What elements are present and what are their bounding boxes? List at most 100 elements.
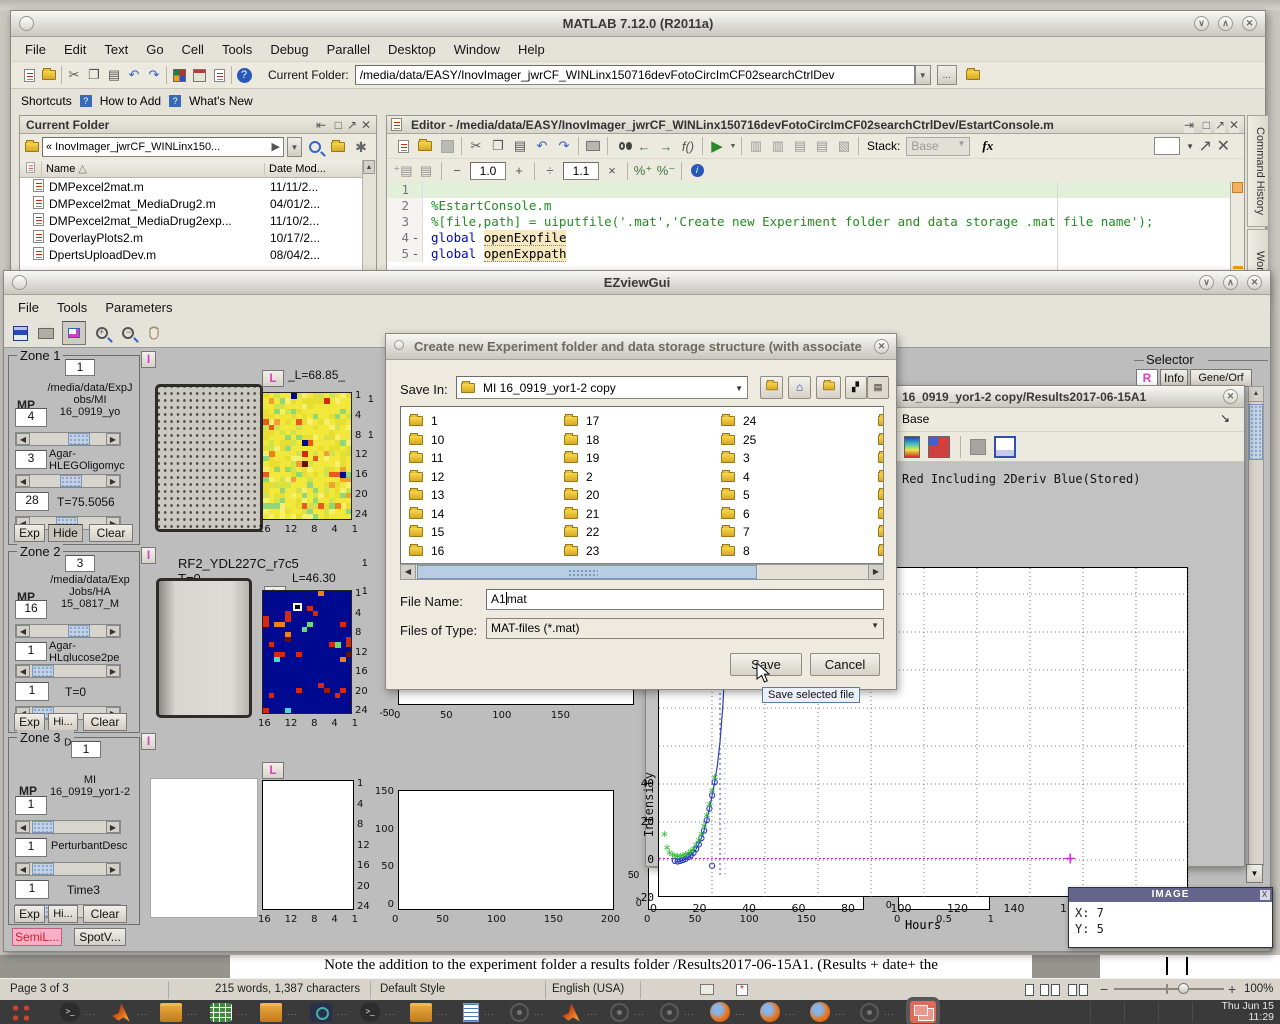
- matlab-titlebar[interactable]: MATLAB 7.12.0 (R2011a) ∨ ∧ ✕: [11, 11, 1265, 37]
- zoom-in-icon[interactable]: +: [1228, 981, 1236, 997]
- file-name-input[interactable]: A1mat: [486, 589, 884, 610]
- media-scrollbar[interactable]: ◀▶: [15, 862, 121, 876]
- folder-item[interactable]: [878, 486, 884, 505]
- media-index-field[interactable]: 3: [15, 450, 47, 469]
- taskbar-item-firefox[interactable]: ...: [754, 1000, 804, 1024]
- folder-item[interactable]: 21: [564, 505, 599, 524]
- selector-dropdown-icon[interactable]: ▼: [1246, 864, 1263, 883]
- undo-icon[interactable]: ↶: [532, 136, 552, 156]
- heatmap1-l-button[interactable]: L: [262, 370, 284, 387]
- folder-item[interactable]: 8: [721, 542, 756, 561]
- colorbar-window-icon[interactable]: [994, 436, 1016, 458]
- insert-section-icon[interactable]: ▤: [790, 136, 810, 156]
- comment-icon[interactable]: %⁺: [633, 161, 653, 181]
- menu-item[interactable]: Cell: [182, 42, 204, 57]
- folder-item[interactable]: 23: [564, 542, 599, 561]
- zoom-in-icon[interactable]: +: [92, 323, 112, 343]
- taskbar-item-writer-document[interactable]: ...: [454, 1000, 504, 1024]
- open-icon[interactable]: [415, 136, 435, 156]
- advance-section-icon[interactable]: ▥: [768, 136, 788, 156]
- taskbar-menu-dots[interactable]: ...: [287, 1007, 298, 1017]
- close-icon[interactable]: ✕: [1223, 389, 1238, 404]
- folder-item[interactable]: 12: [409, 468, 444, 487]
- folder-item[interactable]: 22: [564, 523, 599, 542]
- heatmap-3-empty[interactable]: [262, 780, 354, 910]
- folder-item[interactable]: 4: [721, 468, 756, 487]
- paste-icon[interactable]: ▤: [510, 136, 530, 156]
- code-line[interactable]: 1: [387, 182, 1230, 198]
- maximize-icon[interactable]: ∧: [1218, 16, 1233, 31]
- media-app-icon[interactable]: [860, 1003, 879, 1022]
- plus-icon[interactable]: +: [509, 161, 529, 181]
- multiply-icon[interactable]: ×: [602, 161, 622, 181]
- cut-icon[interactable]: ✂: [466, 136, 486, 156]
- media-app-icon[interactable]: [510, 1003, 529, 1022]
- up-one-level-button[interactable]: [760, 376, 783, 399]
- folder-item[interactable]: 20: [564, 486, 599, 505]
- file-row[interactable]: DMPexcel2mat.m 11/11/2...: [20, 178, 362, 195]
- taskbar-menu-dots[interactable]: ...: [735, 1007, 746, 1017]
- popout-icon[interactable]: ↗: [1199, 136, 1212, 156]
- taskbar-item-file-manager[interactable]: ...: [254, 1000, 304, 1024]
- menu-item[interactable]: Tools: [222, 42, 252, 57]
- paste-icon[interactable]: ▤: [104, 65, 124, 85]
- folder-item[interactable]: [878, 542, 884, 561]
- time-index-field[interactable]: 1: [15, 880, 49, 899]
- simulink-icon[interactable]: [169, 65, 189, 85]
- folder-item[interactable]: 1: [409, 412, 444, 431]
- folder-list[interactable]: 110111213141516 171819220212223 24253456…: [400, 406, 884, 564]
- firefox-icon[interactable]: [760, 1002, 780, 1022]
- document-modified-icon[interactable]: *: [736, 984, 748, 996]
- save-icon[interactable]: [437, 136, 457, 156]
- zoom-percent[interactable]: 100%: [1244, 983, 1273, 995]
- menu-item[interactable]: Edit: [64, 42, 86, 57]
- plate-photo-3-empty[interactable]: [150, 778, 258, 918]
- time-index-field[interactable]: 1: [15, 682, 49, 701]
- image-window-titlebar[interactable]: IMAGE X: [1069, 888, 1272, 902]
- zoom-slider-knob[interactable]: [1178, 983, 1189, 994]
- window-menu-icon[interactable]: [12, 275, 27, 290]
- spotview-button[interactable]: SpotV...: [74, 928, 126, 946]
- gear-icon[interactable]: ✱: [351, 137, 371, 157]
- popout-icon[interactable]: ↗: [347, 116, 357, 134]
- firefox-icon[interactable]: [810, 1002, 830, 1022]
- taskbar-item-file-manager[interactable]: ...: [154, 1000, 204, 1024]
- folder-item[interactable]: 7: [721, 523, 756, 542]
- files-of-type-dropdown[interactable]: MAT-files (*.mat) ▼: [486, 618, 884, 639]
- popout-icon[interactable]: ↗: [1215, 116, 1225, 134]
- taskbar-item-matlab[interactable]: ...: [104, 1000, 154, 1024]
- undo-icon[interactable]: ↶: [124, 65, 144, 85]
- folder-item[interactable]: 24: [721, 412, 756, 431]
- taskbar-item-file-manager[interactable]: ...: [404, 1000, 454, 1024]
- close-panel-icon[interactable]: ✕: [361, 116, 371, 134]
- menu-item[interactable]: Window: [454, 42, 500, 57]
- value-field-2[interactable]: 1.1: [563, 162, 599, 180]
- mp-index-field[interactable]: 16: [15, 600, 47, 619]
- taskbar-menu-dots[interactable]: ...: [85, 1007, 96, 1017]
- terminal-icon[interactable]: [360, 1002, 380, 1022]
- folder-dropdown-icon[interactable]: ▼: [915, 65, 931, 85]
- address-dropdown-icon[interactable]: ▼: [287, 137, 302, 157]
- copy-icon[interactable]: ❐: [488, 136, 508, 156]
- maximize-panel-icon[interactable]: □: [335, 116, 342, 134]
- menu-item[interactable]: Help: [518, 42, 545, 57]
- zone-index-field[interactable]: 1: [71, 741, 101, 758]
- taskbar-menu-dots[interactable]: ...: [634, 1007, 645, 1017]
- folder-item[interactable]: [878, 468, 884, 487]
- decrease-indent-icon[interactable]: ▤: [416, 161, 436, 181]
- clear-button[interactable]: Clear: [83, 905, 127, 923]
- new-folder-button[interactable]: [816, 376, 841, 399]
- address-input[interactable]: « InovImager_jwrCF_WINLinx150... ▶: [42, 137, 284, 157]
- taskbar-item-terminal[interactable]: ...: [54, 1000, 104, 1024]
- forward-icon[interactable]: →: [656, 136, 676, 156]
- menu-item[interactable]: Debug: [270, 42, 308, 57]
- folder-item[interactable]: 6: [721, 505, 756, 524]
- taskbar-item-media-app[interactable]: ...: [654, 1000, 704, 1024]
- folder-item[interactable]: [878, 412, 884, 431]
- folder-item[interactable]: [878, 523, 884, 542]
- divide-icon[interactable]: ÷: [540, 161, 560, 181]
- heatmap-1[interactable]: [262, 392, 352, 520]
- zone3-i-button[interactable]: I: [141, 733, 156, 750]
- clear-button[interactable]: Clear: [83, 713, 127, 731]
- menu-item[interactable]: Text: [104, 42, 128, 57]
